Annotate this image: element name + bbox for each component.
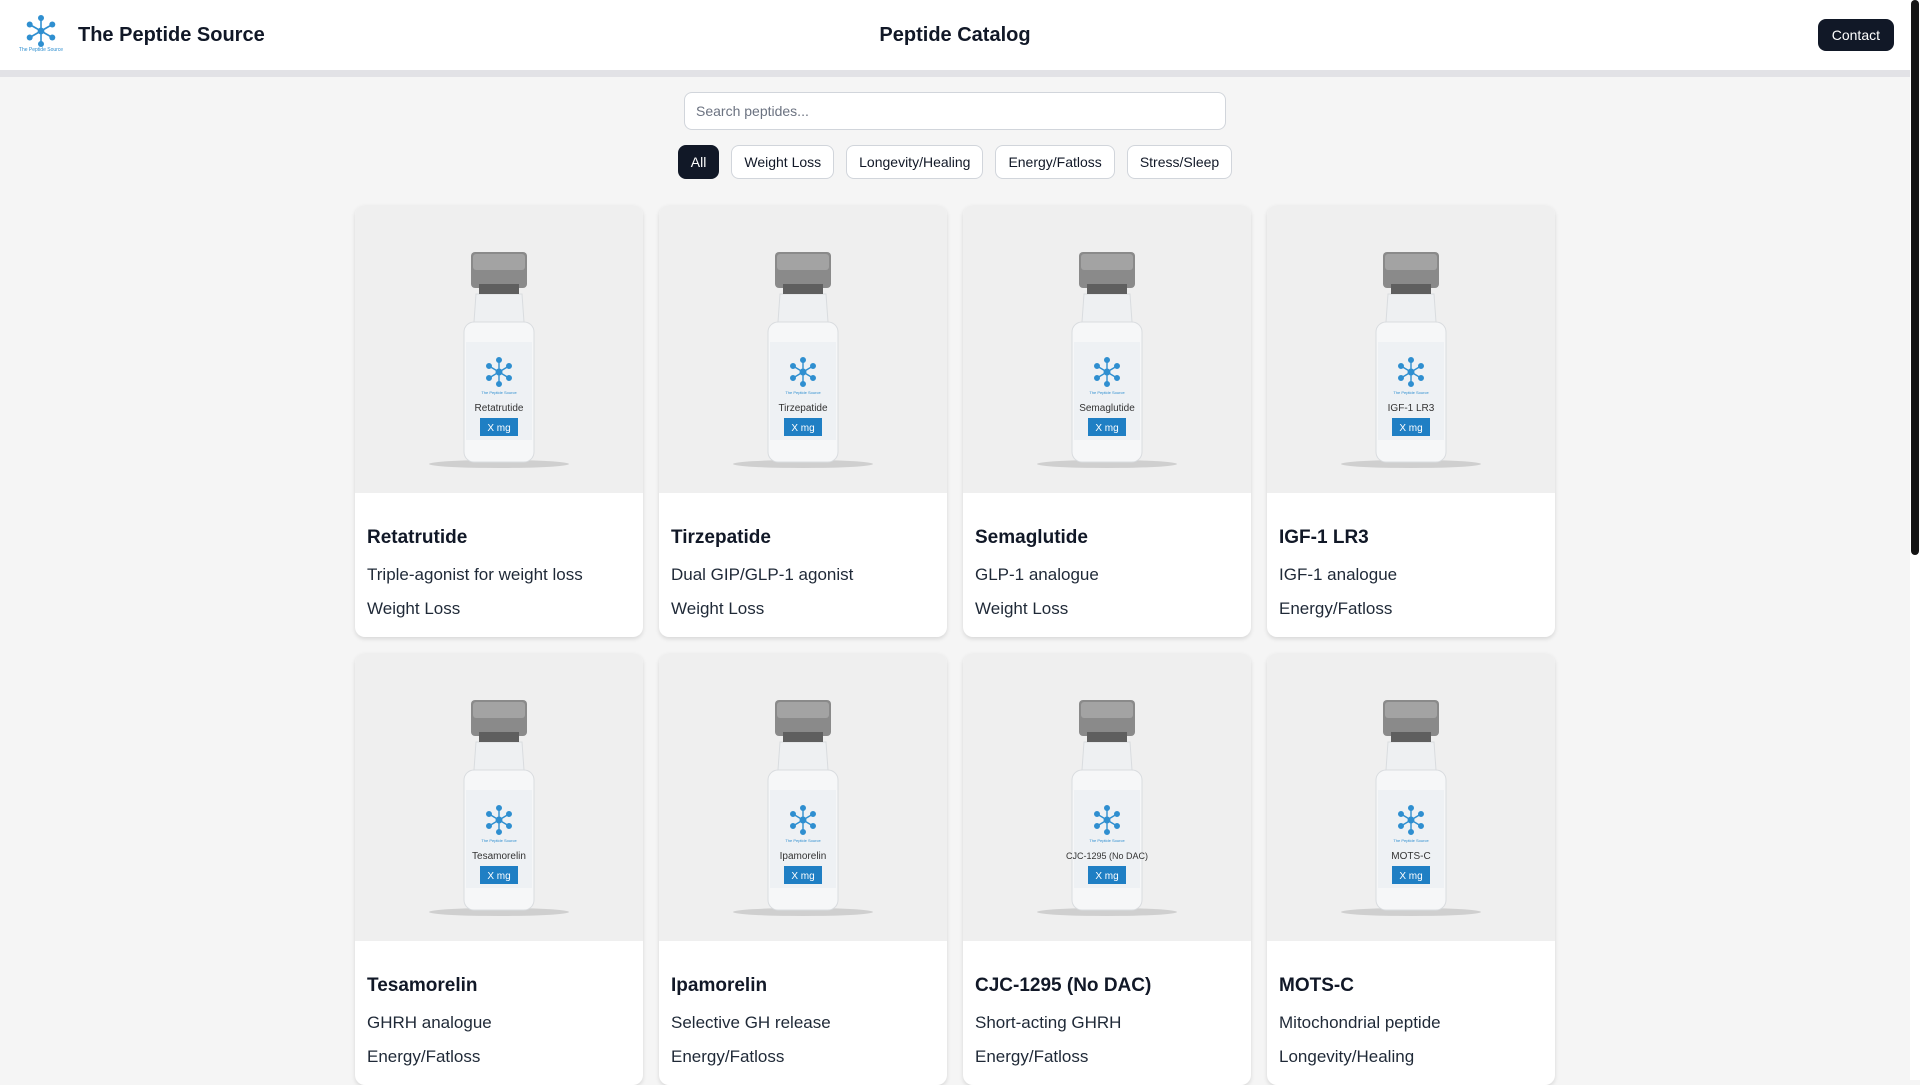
vial-image: The Peptide Source Tesamorelin X mg xyxy=(429,700,569,916)
product-image: The Peptide Source IGF-1 LR3 X mg xyxy=(1267,205,1555,493)
vial-brand-text: The Peptide Source xyxy=(481,838,517,843)
product-card[interactable]: The Peptide Source MOTS-C X mg MOTS-C Mi… xyxy=(1267,653,1555,1085)
product-category: Energy/Fatloss xyxy=(671,1047,785,1066)
product-image: The Peptide Source MOTS-C X mg xyxy=(1267,653,1555,941)
product-description: GHRH analogue xyxy=(367,1013,492,1032)
vial-dose-text: X mg xyxy=(791,423,814,434)
vial-brand-text: The Peptide Source xyxy=(481,390,517,395)
vial-dose-text: X mg xyxy=(1399,423,1422,434)
logo-text: The Peptide Source xyxy=(18,47,64,53)
vial-brand-text: The Peptide Source xyxy=(1393,390,1429,395)
vial-image: The Peptide Source MOTS-C X mg xyxy=(1341,700,1481,916)
catalog-main: All Weight Loss Longevity/Healing Energy… xyxy=(0,77,1910,1085)
vial-product-text: Tirzepatide xyxy=(778,403,828,414)
product-grid: The Peptide Source Retatrutide X mg Reta… xyxy=(355,205,1555,1085)
brand-name: The Peptide Source xyxy=(78,23,265,46)
product-image: The Peptide Source Tirzepatide X mg xyxy=(659,205,947,493)
product-name: IGF-1 LR3 xyxy=(1279,527,1369,548)
vial-image: The Peptide Source Semaglutide X mg xyxy=(1037,252,1177,468)
product-description: IGF-1 analogue xyxy=(1279,565,1398,584)
product-image: The Peptide Source Semaglutide X mg xyxy=(963,205,1251,493)
vial-image: The Peptide Source Tirzepatide X mg xyxy=(733,252,873,468)
filter-weight-loss-button[interactable]: Weight Loss xyxy=(731,145,835,179)
product-name: Tirzepatide xyxy=(671,527,771,548)
vial-brand-text: The Peptide Source xyxy=(785,838,821,843)
product-description: Dual GIP/GLP-1 agonist xyxy=(671,565,854,584)
vial-dose-text: X mg xyxy=(487,871,510,882)
vial-brand-text: The Peptide Source xyxy=(1089,838,1125,843)
product-category: Energy/Fatloss xyxy=(975,1047,1089,1066)
product-card[interactable]: The Peptide Source Ipamorelin X mg Ipamo… xyxy=(659,653,947,1085)
product-name: Retatrutide xyxy=(367,527,468,548)
contact-button[interactable]: Contact xyxy=(1817,19,1894,51)
category-filters: All Weight Loss Longevity/Healing Energy… xyxy=(0,145,1910,179)
product-description: Short-acting GHRH xyxy=(975,1013,1122,1032)
vial-brand-text: The Peptide Source xyxy=(785,390,821,395)
header-divider xyxy=(0,70,1910,77)
product-category: Energy/Fatloss xyxy=(1279,599,1393,618)
product-card[interactable]: The Peptide Source CJC-1295 (No DAC) X m… xyxy=(963,653,1251,1085)
vial-image: The Peptide Source Ipamorelin X mg xyxy=(733,700,873,916)
vial-product-text: CJC-1295 (No DAC) xyxy=(1066,851,1148,861)
vial-product-text: Tesamorelin xyxy=(472,851,526,862)
filter-stress-sleep-button[interactable]: Stress/Sleep xyxy=(1126,145,1233,179)
vial-product-text: MOTS-C xyxy=(1391,851,1430,862)
filter-longevity-healing-button[interactable]: Longevity/Healing xyxy=(846,145,984,179)
vial-product-text: IGF-1 LR3 xyxy=(1388,403,1435,414)
vial-product-text: Semaglutide xyxy=(1079,403,1135,414)
vial-dose-text: X mg xyxy=(1399,871,1422,882)
vial-image: The Peptide Source CJC-1295 (No DAC) X m… xyxy=(1037,700,1177,916)
product-name: Semaglutide xyxy=(975,527,1088,548)
product-description: Triple-agonist for weight loss xyxy=(367,565,583,584)
page-title: Peptide Catalog xyxy=(879,23,1031,46)
product-image: The Peptide Source Tesamorelin X mg xyxy=(355,653,643,941)
vial-brand-text: The Peptide Source xyxy=(1393,838,1429,843)
product-category: Energy/Fatloss xyxy=(367,1047,481,1066)
product-image: The Peptide Source Ipamorelin X mg xyxy=(659,653,947,941)
product-description: Selective GH release xyxy=(671,1013,831,1032)
product-name: Ipamorelin xyxy=(671,975,768,996)
product-category: Weight Loss xyxy=(671,599,765,618)
product-description: Mitochondrial peptide xyxy=(1279,1013,1441,1032)
page-scrollbar[interactable] xyxy=(1910,0,1920,1080)
filter-energy-fatloss-button[interactable]: Energy/Fatloss xyxy=(995,145,1115,179)
product-description: GLP-1 analogue xyxy=(975,565,1099,584)
top-header: The Peptide Source The Peptide Source Pe… xyxy=(0,0,1910,70)
vial-image: The Peptide Source Retatrutide X mg xyxy=(429,252,569,468)
product-category: Weight Loss xyxy=(367,599,461,618)
vial-product-text: Ipamorelin xyxy=(780,851,827,862)
product-image: The Peptide Source Retatrutide X mg xyxy=(355,205,643,493)
product-category: Weight Loss xyxy=(975,599,1069,618)
brand[interactable]: The Peptide Source The Peptide Source xyxy=(16,13,265,57)
product-card[interactable]: The Peptide Source Semaglutide X mg Sema… xyxy=(963,205,1251,637)
search-input[interactable] xyxy=(684,92,1226,130)
product-name: MOTS-C xyxy=(1279,975,1354,996)
vial-product-text: Retatrutide xyxy=(475,403,524,414)
product-category: Longevity/Healing xyxy=(1279,1047,1415,1066)
vial-dose-text: X mg xyxy=(487,423,510,434)
vial-image: The Peptide Source IGF-1 LR3 X mg xyxy=(1341,252,1481,468)
product-image: The Peptide Source CJC-1295 (No DAC) X m… xyxy=(963,653,1251,941)
product-card[interactable]: The Peptide Source Tesamorelin X mg Tesa… xyxy=(355,653,643,1085)
product-name: Tesamorelin xyxy=(367,975,478,996)
product-name: CJC-1295 (No DAC) xyxy=(975,975,1152,996)
vial-dose-text: X mg xyxy=(1095,871,1118,882)
vial-dose-text: X mg xyxy=(1095,423,1118,434)
brand-logo-icon: The Peptide Source xyxy=(16,13,66,57)
product-card[interactable]: The Peptide Source Retatrutide X mg Reta… xyxy=(355,205,643,637)
product-card[interactable]: The Peptide Source IGF-1 LR3 X mg IGF-1 … xyxy=(1267,205,1555,637)
vial-brand-text: The Peptide Source xyxy=(1089,390,1125,395)
filter-all-button[interactable]: All xyxy=(677,145,720,179)
vial-dose-text: X mg xyxy=(791,871,814,882)
scrollbar-thumb[interactable] xyxy=(1911,0,1919,555)
product-card[interactable]: The Peptide Source Tirzepatide X mg Tirz… xyxy=(659,205,947,637)
